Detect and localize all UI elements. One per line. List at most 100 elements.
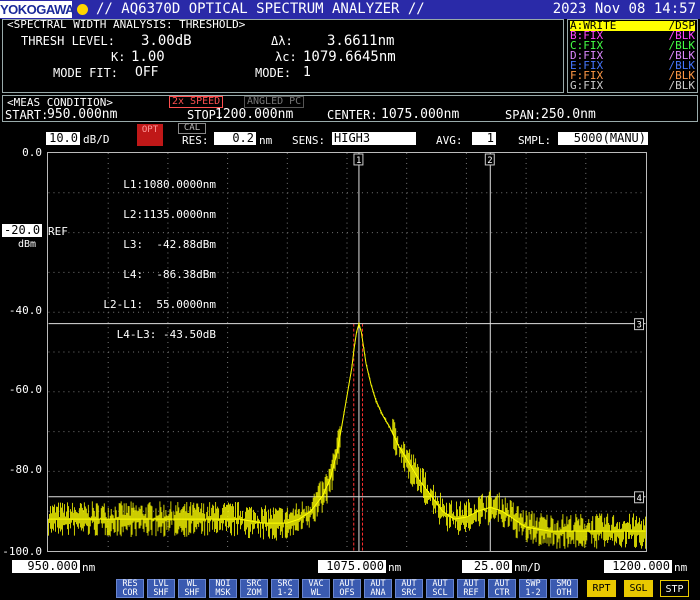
softkey-line2: SHF <box>153 588 169 598</box>
y-tick-60: -60.0 <box>8 383 42 396</box>
y-tick-100: -100.0 <box>2 545 42 558</box>
scale-unit: dB/D <box>83 133 110 146</box>
softkey-aut-ctr[interactable]: AUT CTR <box>488 579 516 598</box>
opt-cal-badge: OPT <box>137 124 163 146</box>
softkey-line2: 1-2 <box>277 588 293 598</box>
start-label: START: <box>5 108 49 122</box>
y-tick-40: -40.0 <box>8 304 42 317</box>
softkey-wl-shf[interactable]: WL SHF <box>178 579 206 598</box>
meas-condition-panel: <MEAS CONDITION> 2x SPEED ANGLED PC STAR… <box>2 95 698 122</box>
trace-name: G:FIX <box>570 79 604 92</box>
softkey-line2: SRC <box>401 588 417 598</box>
softkey-line2: SHF <box>184 588 200 598</box>
softkey-aut-ref[interactable]: AUT REF <box>457 579 485 598</box>
x-center-unit: nm <box>388 561 402 574</box>
softkey-lvl-shf[interactable]: LVL SHF <box>147 579 175 598</box>
app-title: // AQ6370D OPTICAL SPECTRUM ANALYZER // <box>96 1 425 17</box>
avg-label: AVG: <box>436 134 463 147</box>
analysis-panel: <SPECTRAL WIDTH ANALYSIS: THRESHOLD> THR… <box>2 18 564 93</box>
readout-l2-l1: L2-L1: 55.0000nm <box>103 298 216 311</box>
trace-row-g[interactable]: G:FIX/BLK <box>570 79 696 92</box>
x-start-unit: nm <box>82 561 96 574</box>
span-value: 250.0nm <box>541 107 596 122</box>
y-tick-80: -80.0 <box>8 463 42 476</box>
softkey-line2: COR <box>122 588 138 598</box>
thresh-label: THRESH LEVEL: <box>21 34 115 48</box>
x-center-input[interactable]: 1075.000 <box>318 560 386 573</box>
analysis-title: <SPECTRAL WIDTH ANALYSIS: THRESHOLD> <box>7 18 246 31</box>
scale-input[interactable]: 10.0 <box>46 132 80 145</box>
x-div-input[interactable]: 25.00 <box>462 560 512 573</box>
lambda-c-value: 1079.6645nm <box>303 49 396 65</box>
readout-l4-l3: L4-L3: -43.50dB <box>116 328 216 341</box>
smpl-label: SMPL: <box>518 134 552 147</box>
k-label: K: <box>111 50 126 64</box>
marker-4-label: 4 <box>637 494 642 504</box>
softkey-line2: 1-2 <box>525 588 541 598</box>
start-value: 950.000nm <box>47 107 118 122</box>
x-stop-input[interactable]: 1200.000 <box>604 560 672 573</box>
softkey-line2: CTR <box>494 588 510 598</box>
brand-logo: YOKOGAWA <box>0 1 75 18</box>
center-label: CENTER: <box>327 108 378 122</box>
mode-label: MODE: <box>255 66 292 80</box>
y-tick-0: 0.0 <box>22 146 42 159</box>
softkey-aut-ana[interactable]: AUT ANA <box>364 579 392 598</box>
res-input[interactable]: 0.2 <box>214 132 256 145</box>
delta-lambda-label: Δλ: <box>271 34 293 48</box>
res-unit: nm <box>259 134 273 147</box>
delta-lambda-value: 3.6611nm <box>327 33 395 49</box>
softkey-aut-scl[interactable]: AUT SCL <box>426 579 454 598</box>
lambda-c-label: λc: <box>275 50 297 64</box>
trace-state: /BLK <box>668 79 696 92</box>
softkey-noi-msk[interactable]: NOI MSK <box>209 579 237 598</box>
trace-list: A:WRITE/DSP B:FIX/BLK C:FIX/BLK D:FIX/BLK E:… <box>567 19 698 93</box>
mode-fit-value: OFF <box>135 65 159 80</box>
softkey-aut-ofs[interactable]: AUT OFS <box>333 579 361 598</box>
repeat-button[interactable]: RPT <box>587 580 616 597</box>
readout-l3: L3: -42.88dBm <box>123 238 216 251</box>
mode-fit-label: MODE FIT: <box>53 66 119 80</box>
trace-a-noise <box>48 322 646 549</box>
readout-l1: L1:1080.0000nm <box>123 178 216 191</box>
softkey-line2: OTH <box>556 588 572 598</box>
stop-value: 1200.000nm <box>215 107 294 122</box>
softkey-line2: REF <box>463 588 479 598</box>
sens-label: SENS: <box>292 134 326 147</box>
marker-1-label: 1 <box>356 156 361 166</box>
softkey-res-cor[interactable]: RES COR <box>116 579 144 598</box>
opt-badge-label: OPT <box>141 125 159 135</box>
softkey-line2: SCL <box>432 588 448 598</box>
trace-a-noise-path <box>48 322 646 549</box>
thresh-value: 3.00dB <box>141 33 192 49</box>
softkey-vac-wl[interactable]: VAC WL <box>302 579 330 598</box>
softkey-swp-1-2[interactable]: SWP 1-2 <box>519 579 547 598</box>
softkey-smo-oth[interactable]: SMO OTH <box>550 579 578 598</box>
ref-level-input[interactable]: -20.0 <box>2 224 42 237</box>
x-div-unit: nm/D <box>514 561 541 574</box>
stop-button[interactable]: STP <box>660 580 689 597</box>
readout-l4: L4: -86.38dBm <box>123 268 216 281</box>
marker-2-label: 2 <box>487 156 492 166</box>
softkey-src-1-2[interactable]: SRC 1-2 <box>271 579 299 598</box>
marker-readout: L1:1080.0000nm L2:1135.0000nm L3: -42.88… <box>56 160 216 350</box>
avg-input[interactable]: 1 <box>472 132 496 145</box>
y-unit: dBm <box>18 239 37 250</box>
softkey-src-zom[interactable]: SRC ZOM <box>240 579 268 598</box>
sens-input[interactable]: HIGH3 <box>332 132 416 145</box>
marker-3-label: 3 <box>637 321 642 331</box>
smpl-input[interactable]: 5000(MANU) <box>558 132 648 145</box>
softkey-line2: ANA <box>370 588 386 598</box>
readout-l2: L2:1135.0000nm <box>123 208 216 221</box>
single-button[interactable]: SGL <box>624 580 653 597</box>
x-stop-unit: nm <box>674 561 688 574</box>
softkey-line2: ZOM <box>246 588 262 598</box>
k-value: 1.00 <box>131 49 165 65</box>
softkey-aut-src[interactable]: AUT SRC <box>395 579 423 598</box>
threshold-lines <box>353 323 364 551</box>
mode-value: 1 <box>303 65 311 80</box>
softkey-line2: OFS <box>339 588 355 598</box>
center-value: 1075.000nm <box>381 107 460 122</box>
x-start-input[interactable]: 950.000 <box>12 560 80 573</box>
brand-dot-icon <box>77 4 88 15</box>
